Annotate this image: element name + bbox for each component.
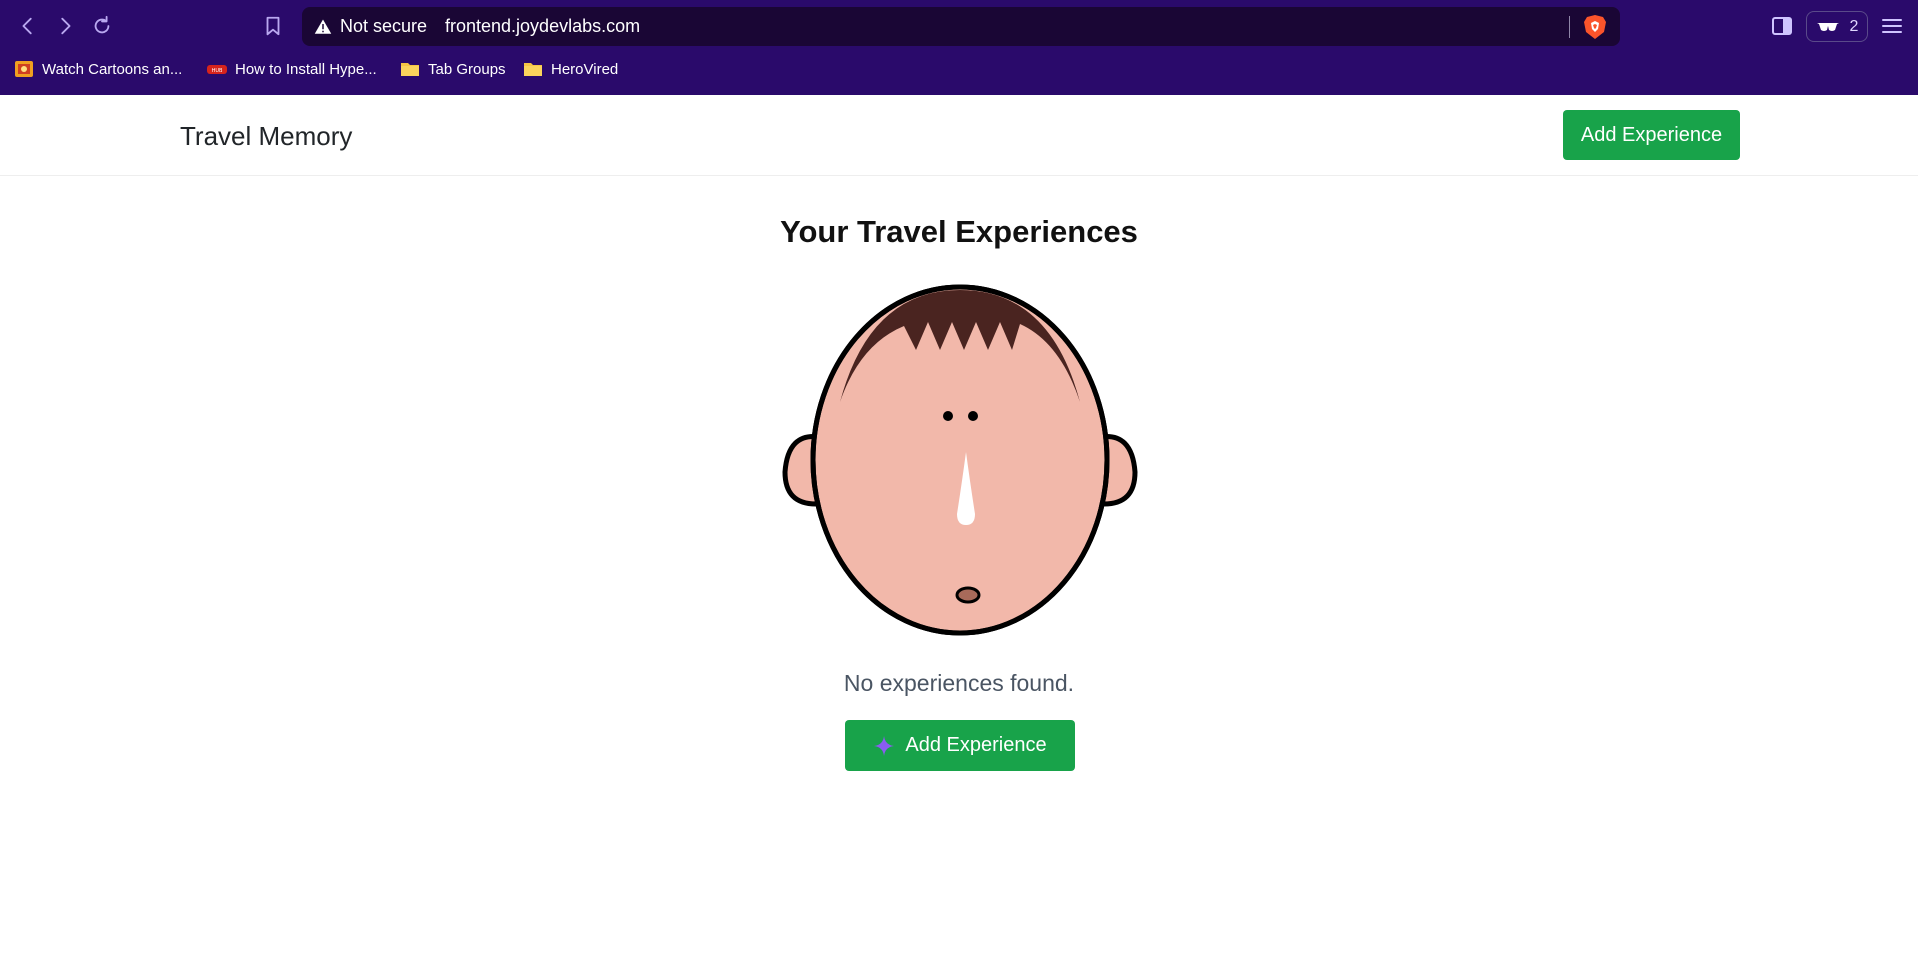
reload-button[interactable]	[88, 12, 116, 40]
bookmark-label: HeroVired	[551, 60, 619, 78]
bookmark-label: Watch Cartoons an...	[42, 60, 183, 78]
add-experience-label: Add Experience	[905, 734, 1047, 756]
url-text[interactable]: frontend.joydevlabs.com	[445, 16, 640, 37]
sparkle-plus-icon	[874, 735, 895, 756]
bookmark-watch-cartoons[interactable]: Watch Cartoons an...	[14, 56, 182, 82]
brave-shield-icon[interactable]	[1583, 14, 1607, 40]
forward-button[interactable]	[51, 12, 79, 40]
bookmark-label: How to Install Hype...	[235, 60, 377, 78]
left-eye	[943, 411, 953, 421]
app-navbar: Travel Memory Add Experience	[0, 95, 1918, 176]
chevron-right-icon	[61, 17, 71, 35]
svg-text:HUB: HUB	[212, 68, 223, 74]
bookmark-button[interactable]	[259, 12, 287, 40]
bookmark-label: Tab Groups	[428, 60, 506, 78]
bookmark-herovired[interactable]: HeroVired	[523, 56, 618, 82]
back-button[interactable]	[14, 12, 42, 40]
cartoon-site-icon	[15, 61, 33, 77]
brand-title[interactable]: Travel Memory	[180, 121, 352, 152]
hub-site-icon: HUB	[207, 65, 227, 74]
empty-state-message: No experiences found.	[843, 670, 1075, 696]
bookmark-install-hype[interactable]: HUB How to Install Hype...	[207, 56, 377, 82]
bookmark-icon	[266, 16, 280, 36]
sidebar-toggle-icon[interactable]	[1770, 14, 1794, 38]
page-content: Travel Memory Add Experience Your Travel…	[0, 95, 1918, 967]
bookmark-tab-groups[interactable]: Tab Groups	[400, 56, 506, 82]
folder-icon	[524, 63, 542, 76]
folder-icon	[401, 63, 419, 76]
glasses-icon	[1816, 22, 1839, 31]
chevron-left-icon	[22, 17, 32, 35]
navbar-add-experience-button[interactable]: Add Experience	[1563, 110, 1740, 160]
wallet-count: 2	[1849, 17, 1859, 35]
right-eye	[968, 411, 978, 421]
page-heading: Your Travel Experiences	[780, 214, 1138, 249]
mouth	[955, 586, 981, 604]
cartoon-face-illustration	[782, 284, 1138, 636]
url-divider	[1569, 16, 1570, 38]
wallet-button[interactable]: 2	[1806, 11, 1868, 42]
reload-icon	[94, 15, 110, 34]
browser-chrome: Not secure frontend.joydevlabs.com 2 Wat…	[0, 0, 1918, 95]
browser-toolbar: Not secure frontend.joydevlabs.com 2	[0, 0, 1918, 52]
add-experience-button[interactable]: Add Experience	[845, 720, 1075, 771]
address-bar[interactable]: Not secure frontend.joydevlabs.com	[302, 7, 1620, 46]
hamburger-menu-icon[interactable]	[1880, 14, 1904, 38]
security-label: Not secure	[340, 16, 428, 36]
bookmarks-bar: Watch Cartoons an... HUB How to Install …	[0, 56, 1918, 82]
warning-icon	[314, 19, 332, 34]
security-indicator[interactable]: Not secure	[314, 16, 427, 37]
